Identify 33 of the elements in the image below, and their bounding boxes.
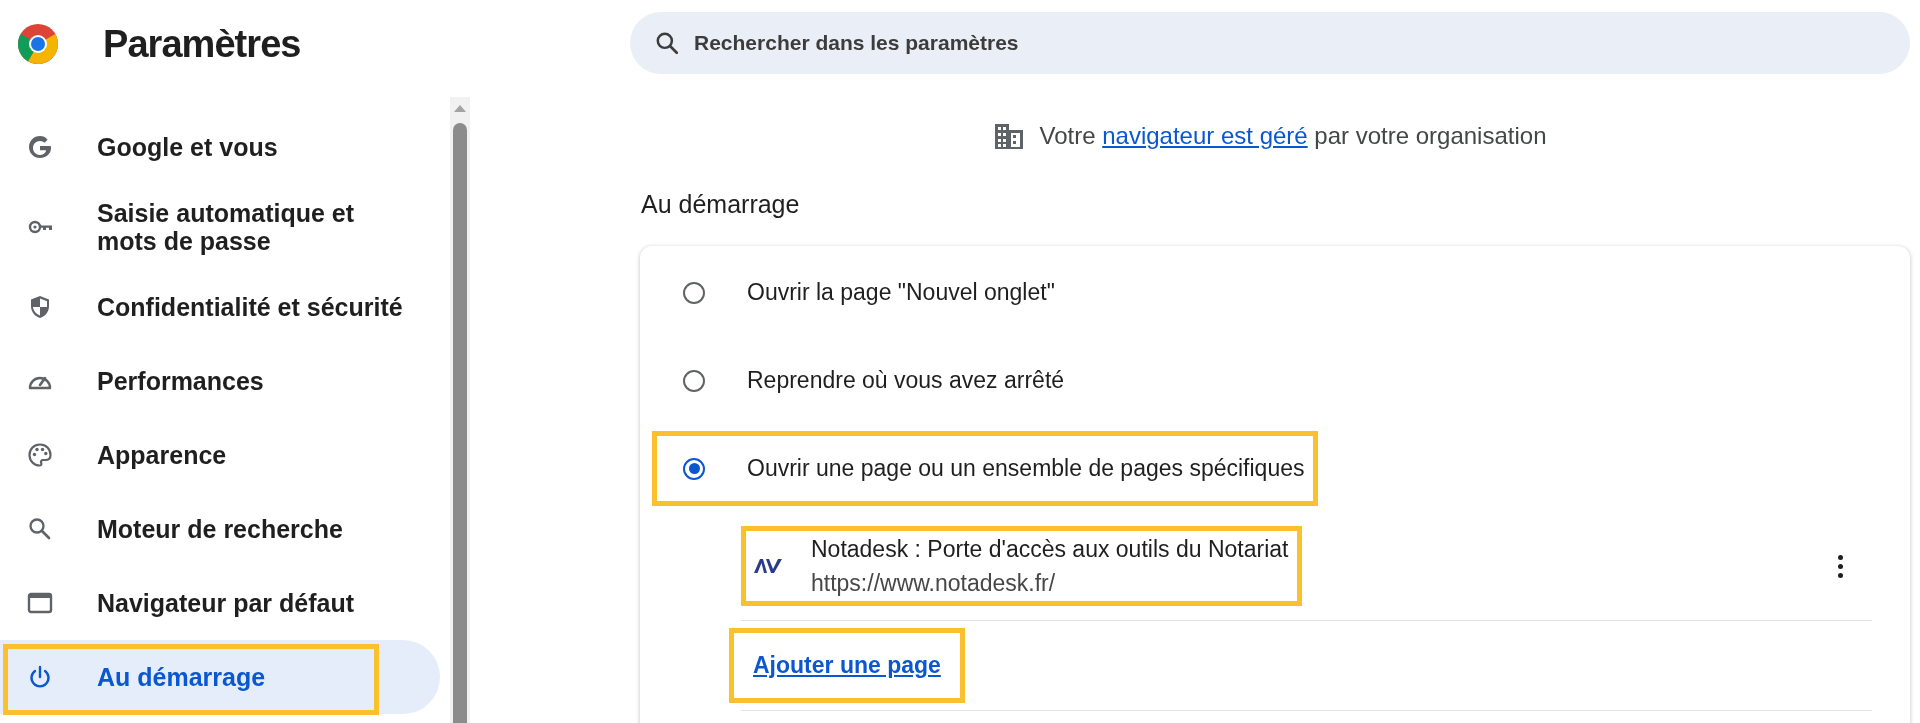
sidebar-item[interactable]: Au démarrage bbox=[0, 640, 440, 714]
radio-button[interactable] bbox=[683, 281, 705, 304]
sidebar-item[interactable]: Apparence bbox=[0, 418, 440, 492]
managed-link[interactable]: navigateur est géré bbox=[1102, 122, 1308, 149]
radio-button[interactable] bbox=[683, 369, 705, 392]
browser-logo-icon bbox=[18, 24, 58, 64]
sidebar-item[interactable]: Navigateur par défaut bbox=[0, 566, 440, 640]
startup-option[interactable]: Ouvrir la page "Nouvel onglet" bbox=[652, 255, 1069, 330]
startup-option[interactable]: Reprendre où vous avez arrêté bbox=[652, 343, 1079, 418]
add-page-link[interactable]: Ajouter une page bbox=[753, 647, 941, 683]
search-icon bbox=[654, 30, 680, 56]
building-icon bbox=[993, 122, 1024, 150]
radio-button[interactable] bbox=[683, 457, 705, 480]
window-icon bbox=[27, 590, 53, 616]
managed-browser-notice: Votre navigateur est géré par votre organisation bbox=[1039, 121, 1547, 151]
sidebar-item[interactable]: Saisie automatique et mots de passe bbox=[0, 184, 440, 270]
search-icon bbox=[27, 516, 53, 542]
palette-icon bbox=[27, 442, 53, 468]
sidebar-item[interactable]: Google et vous bbox=[0, 110, 440, 184]
sidebar-item[interactable]: Performances bbox=[0, 344, 440, 418]
search-field[interactable]: Rechercher dans les paramètres bbox=[630, 12, 1910, 74]
page-title: Paramètres bbox=[103, 21, 301, 67]
sidebar-item[interactable]: Moteur de recherche bbox=[0, 492, 440, 566]
scrollbar-thumb[interactable] bbox=[453, 123, 467, 723]
page-url: https://www.notadesk.fr/ bbox=[811, 569, 1057, 598]
sidebar-item[interactable]: Confidentialité et sécurité bbox=[0, 270, 440, 344]
site-favicon-icon bbox=[753, 558, 783, 574]
google-g-icon bbox=[27, 134, 53, 160]
startup-option[interactable]: Ouvrir une page ou un ensemble de pages spécifiques bbox=[652, 431, 1319, 506]
section-heading: Au démarrage bbox=[641, 189, 801, 220]
scrollbar[interactable] bbox=[450, 97, 470, 723]
page-title: Notadesk : Porte d'accès aux outils du Notariat bbox=[811, 535, 1289, 564]
power-icon bbox=[27, 664, 53, 690]
